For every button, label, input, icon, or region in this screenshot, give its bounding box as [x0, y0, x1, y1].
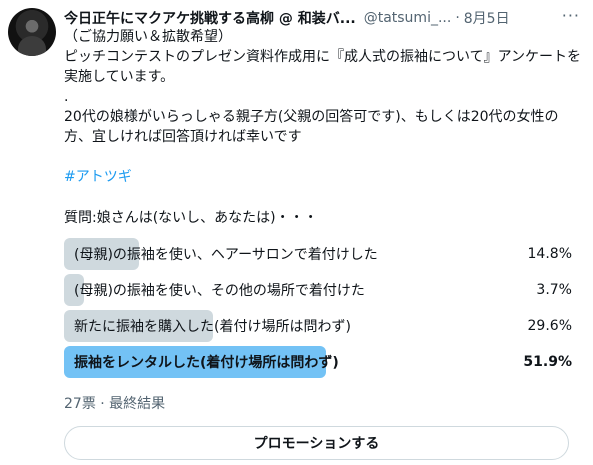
tweet-text: （ご協力願い＆拡散希望） ピッチコンテストのプレゼン資料作成用に『成人式の振袖に…: [64, 27, 584, 187]
poll-option-winner: 振袖をレンタルした(着付け場所は問わず) 51.9%: [64, 346, 572, 378]
separator-dot: ·: [455, 10, 460, 26]
author-name[interactable]: 今日正午にマクアケ挑戦する高柳 @ 和装バ...: [64, 8, 356, 28]
poll-vote-summary: 27票 · 最終結果: [64, 396, 166, 412]
promote-button[interactable]: プロモーションする: [64, 426, 569, 460]
poll-option-percent: 3.7%: [536, 282, 572, 298]
poll-option-label: 新たに振袖を購入した(着付け場所は問わず): [74, 319, 351, 335]
poll-option: 新たに振袖を購入した(着付け場所は問わず) 29.6%: [64, 310, 572, 342]
tweet-date[interactable]: 8月5日: [464, 8, 510, 28]
avatar[interactable]: [8, 8, 56, 56]
poll-option-label: (母親)の振袖を使い、その他の場所で着付けた: [74, 283, 365, 299]
poll-option-label: (母親)の振袖を使い、ヘアーサロンで着付けした: [74, 247, 378, 263]
poll-option: (母親)の振袖を使い、その他の場所で着付けた 3.7%: [64, 274, 572, 306]
poll-question: 質問:娘さんは(ないし、あなたは)・・・: [64, 210, 318, 226]
text-line: 20代の娘様がいらっしゃる親子方(父親の回答可です)、もしくは20代の女性の方、…: [64, 109, 559, 145]
tweet-header: 今日正午にマクアケ挑戦する高柳 @ 和装バ... @tatsumi_... · …: [64, 8, 584, 28]
poll-option-percent: 29.6%: [527, 318, 572, 334]
poll-option-percent: 51.9%: [523, 354, 572, 370]
poll-option: (母親)の振袖を使い、ヘアーサロンで着付けした 14.8%: [64, 238, 572, 270]
hashtag-link[interactable]: #アトツギ: [64, 167, 584, 187]
more-horizontal-icon[interactable]: ···: [562, 8, 580, 24]
poll-option-label: 振袖をレンタルした(着付け場所は問わず): [74, 355, 339, 371]
text-line: （ご協力願い＆拡散希望）: [64, 29, 232, 45]
author-handle[interactable]: @tatsumi_...: [364, 10, 452, 26]
poll: (母親)の振袖を使い、ヘアーサロンで着付けした 14.8% (母親)の振袖を使い…: [64, 238, 572, 382]
text-line: ピッチコンテストのプレゼン資料作成用に『成人式の振袖について』アンケートを実施し…: [64, 49, 582, 85]
poll-option-percent: 14.8%: [527, 246, 572, 262]
text-line: .: [64, 89, 69, 105]
